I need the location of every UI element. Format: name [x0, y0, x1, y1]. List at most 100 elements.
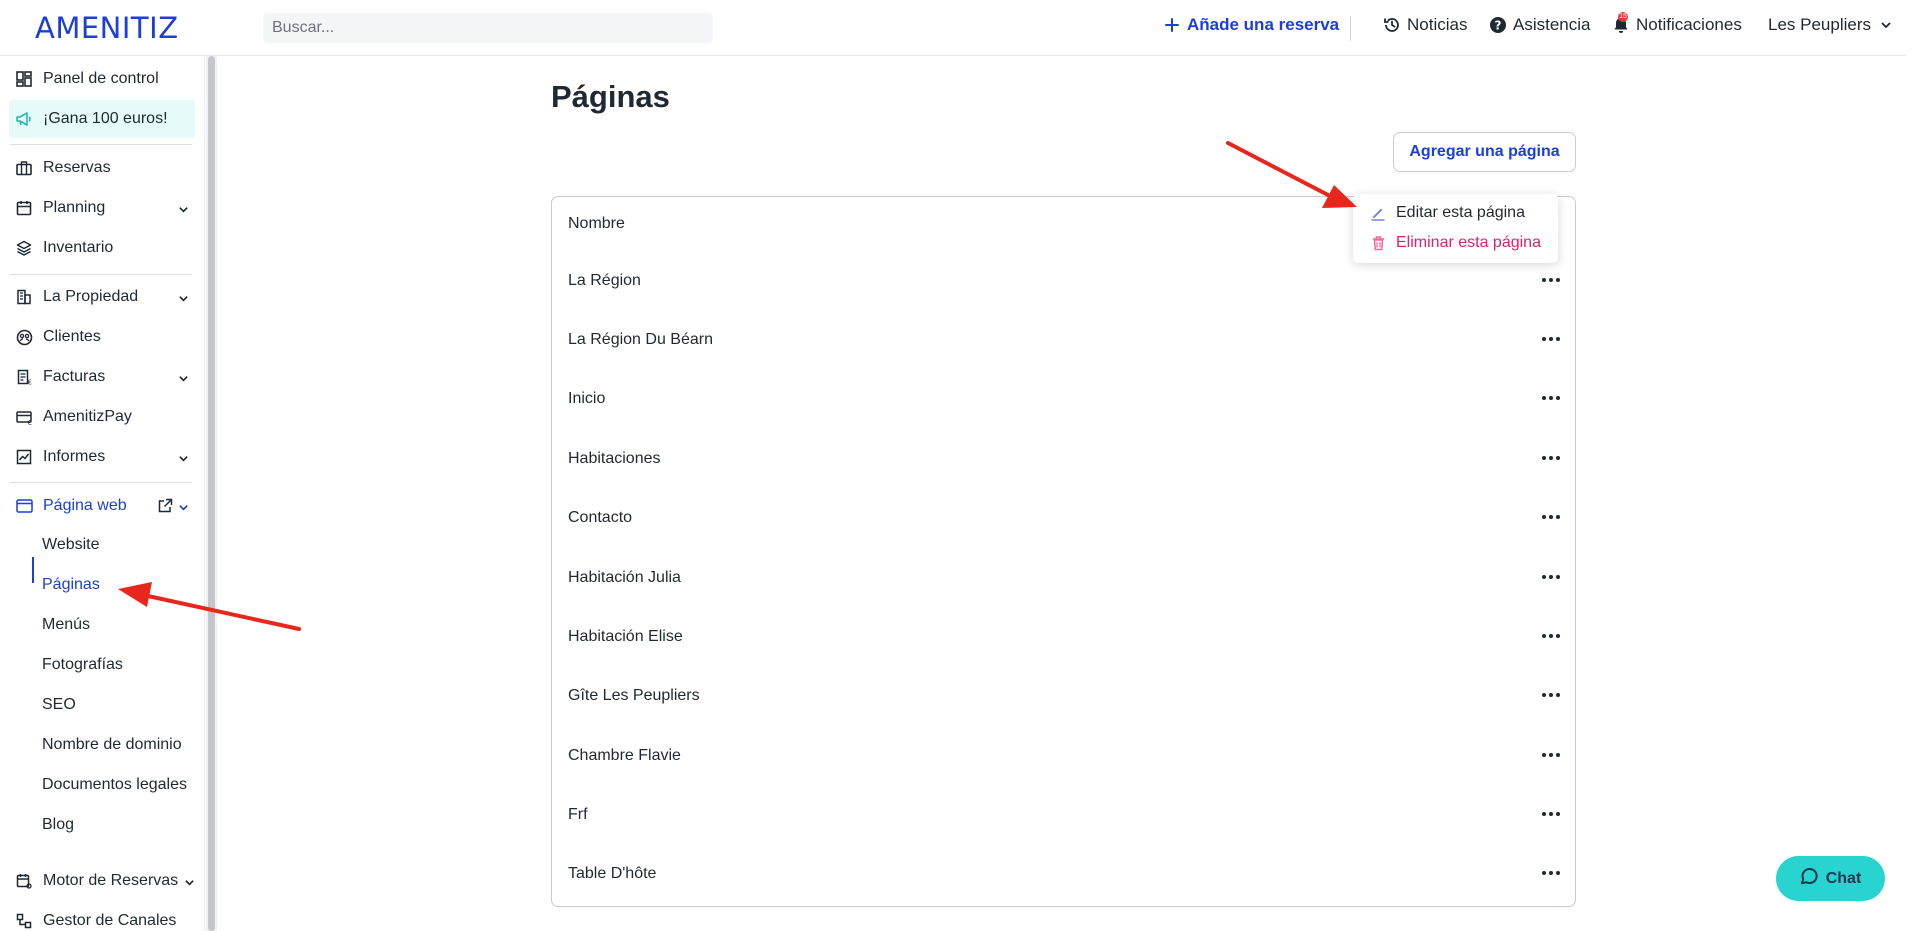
notification-badge: 15	[1618, 12, 1628, 22]
calendar-icon	[14, 198, 34, 218]
sidebar-item-amenitizpay[interactable]: € AmenitizPay	[9, 400, 195, 434]
sidebar-item-label: AmenitizPay	[43, 408, 132, 425]
sidebar-item-booking-engine[interactable]: Motor de Reservas	[9, 864, 195, 898]
sidebar-item-label: Planning	[43, 199, 106, 216]
more-options-icon[interactable]	[1538, 505, 1564, 529]
sidebar-subitem-seo[interactable]: SEO	[42, 690, 76, 720]
plus-icon	[1163, 16, 1181, 34]
table-row[interactable]: Gîte Les Peupliers	[552, 677, 1575, 717]
svg-text:€: €	[28, 379, 32, 386]
more-options-icon[interactable]	[1538, 565, 1564, 589]
news-button[interactable]: Noticias	[1383, 15, 1467, 35]
pages-table: Nombre La Région La Région Du Béarn Inic…	[551, 196, 1576, 907]
active-indicator	[32, 557, 34, 583]
sidebar-divider	[10, 482, 192, 483]
page-title: Páginas	[551, 79, 670, 114]
sidebar-item-label: ¡Gana 100 euros!	[43, 110, 168, 127]
chevron-down-icon	[178, 500, 189, 518]
channels-icon	[14, 911, 34, 931]
page-name: Inicio	[568, 390, 606, 407]
logo[interactable]: AMENITIZ	[35, 11, 179, 45]
page-name: Table D'hôte	[568, 865, 657, 882]
table-row[interactable]: Habitación Julia	[552, 559, 1575, 599]
sidebar-item-label: Motor de Reservas	[43, 872, 179, 889]
sidebar-item-clients[interactable]: Clientes	[9, 320, 195, 354]
sidebar-subitem-blog[interactable]: Blog	[42, 810, 74, 840]
help-icon: ?	[1489, 16, 1507, 34]
search-input[interactable]	[263, 13, 713, 43]
sidebar-item-property[interactable]: La Propiedad	[9, 280, 195, 314]
table-row[interactable]: Habitaciones	[552, 440, 1575, 480]
sidebar-subitem-photos[interactable]: Fotografías	[42, 650, 123, 680]
sidebar-item-reservations[interactable]: Reservas	[9, 151, 195, 185]
table-row[interactable]: Inicio	[552, 380, 1575, 420]
layers-icon	[14, 238, 34, 258]
bell-icon: 15	[1612, 12, 1630, 34]
sidebar-item-label: Panel de control	[43, 70, 159, 87]
card-icon: €	[14, 407, 34, 427]
row-options-menu: Editar esta página Eliminar esta página	[1353, 194, 1558, 263]
sidebar-item-reports[interactable]: Informes	[9, 440, 195, 474]
table-row[interactable]: Chambre Flavie	[552, 737, 1575, 777]
external-link-icon[interactable]	[157, 498, 173, 519]
more-options-icon[interactable]	[1538, 386, 1564, 410]
page-name: Habitación Julia	[568, 569, 681, 586]
table-row[interactable]: Contacto	[552, 499, 1575, 539]
sidebar-divider	[10, 274, 192, 275]
sidebar-item-website[interactable]: Página web	[9, 489, 195, 523]
sidebar-item-label: Inventario	[43, 239, 114, 256]
history-icon	[1383, 16, 1401, 34]
more-options-icon[interactable]	[1538, 861, 1564, 885]
chevron-down-icon	[184, 875, 195, 893]
svg-text:?: ?	[1495, 19, 1502, 33]
table-row[interactable]: La Région Du Béarn	[552, 321, 1575, 361]
sidebar-item-promo[interactable]: ¡Gana 100 euros!	[9, 100, 195, 138]
more-options-icon[interactable]	[1538, 446, 1564, 470]
more-options-icon[interactable]	[1538, 624, 1564, 648]
add-reservation-button[interactable]: Añade una reserva	[1163, 15, 1339, 35]
notifications-button[interactable]: 15 Notificaciones	[1612, 12, 1742, 35]
add-reservation-label: Añade una reserva	[1187, 15, 1340, 34]
sidebar-item-invoices[interactable]: € Facturas	[9, 360, 195, 394]
sidebar-item-planning[interactable]: Planning	[9, 191, 195, 225]
property-selector[interactable]: Les Peupliers	[1768, 15, 1895, 35]
chevron-down-icon	[178, 451, 189, 469]
sidebar-item-inventory[interactable]: Inventario	[9, 231, 195, 265]
delete-page-menu-item[interactable]: Eliminar esta página	[1369, 231, 1541, 255]
add-page-button[interactable]: Agregar una página	[1393, 132, 1576, 172]
sidebar-subitem-legal[interactable]: Documentos legales	[42, 770, 187, 800]
chat-button[interactable]: Chat	[1776, 856, 1885, 901]
pencil-icon	[1369, 204, 1387, 222]
chat-bubble-icon	[1800, 867, 1819, 891]
more-options-icon[interactable]	[1538, 683, 1564, 707]
page-name: Chambre Flavie	[568, 747, 681, 764]
building-icon	[14, 287, 34, 307]
sidebar-item-dashboard[interactable]: Panel de control	[9, 62, 195, 96]
sidebar-subitem-domain[interactable]: Nombre de dominio	[42, 730, 182, 760]
table-row[interactable]: Habitación Elise	[552, 618, 1575, 658]
megaphone-icon	[14, 109, 34, 129]
more-options-icon[interactable]	[1538, 327, 1564, 351]
more-options-icon[interactable]	[1538, 802, 1564, 826]
dashboard-icon	[14, 69, 34, 89]
notifications-label: Notificaciones	[1636, 15, 1742, 34]
support-button[interactable]: ? Asistencia	[1489, 15, 1590, 35]
table-row[interactable]: La Région	[552, 262, 1575, 302]
sidebar-subitem-menus[interactable]: Menús	[42, 610, 90, 640]
sidebar-scrollbar[interactable]	[206, 56, 217, 931]
sidebar-subitem-pages[interactable]: Páginas	[42, 570, 100, 600]
more-options-icon[interactable]	[1538, 268, 1564, 292]
table-row[interactable]: Frf	[552, 796, 1575, 836]
trash-icon	[1369, 234, 1387, 252]
header-divider	[1350, 16, 1351, 41]
sidebar-subitem-website[interactable]: Website	[42, 530, 100, 560]
scrollbar-thumb[interactable]	[208, 56, 215, 931]
page-name: La Région	[568, 272, 641, 289]
page-name: Contacto	[568, 509, 633, 526]
edit-page-menu-item[interactable]: Editar esta página	[1369, 201, 1525, 225]
sidebar-item-channel-manager[interactable]: Gestor de Canales	[9, 904, 195, 931]
more-options-icon[interactable]	[1538, 743, 1564, 767]
page-name: La Région Du Béarn	[568, 331, 713, 348]
browser-icon	[14, 496, 34, 516]
table-row[interactable]: Table D'hôte	[552, 855, 1575, 895]
